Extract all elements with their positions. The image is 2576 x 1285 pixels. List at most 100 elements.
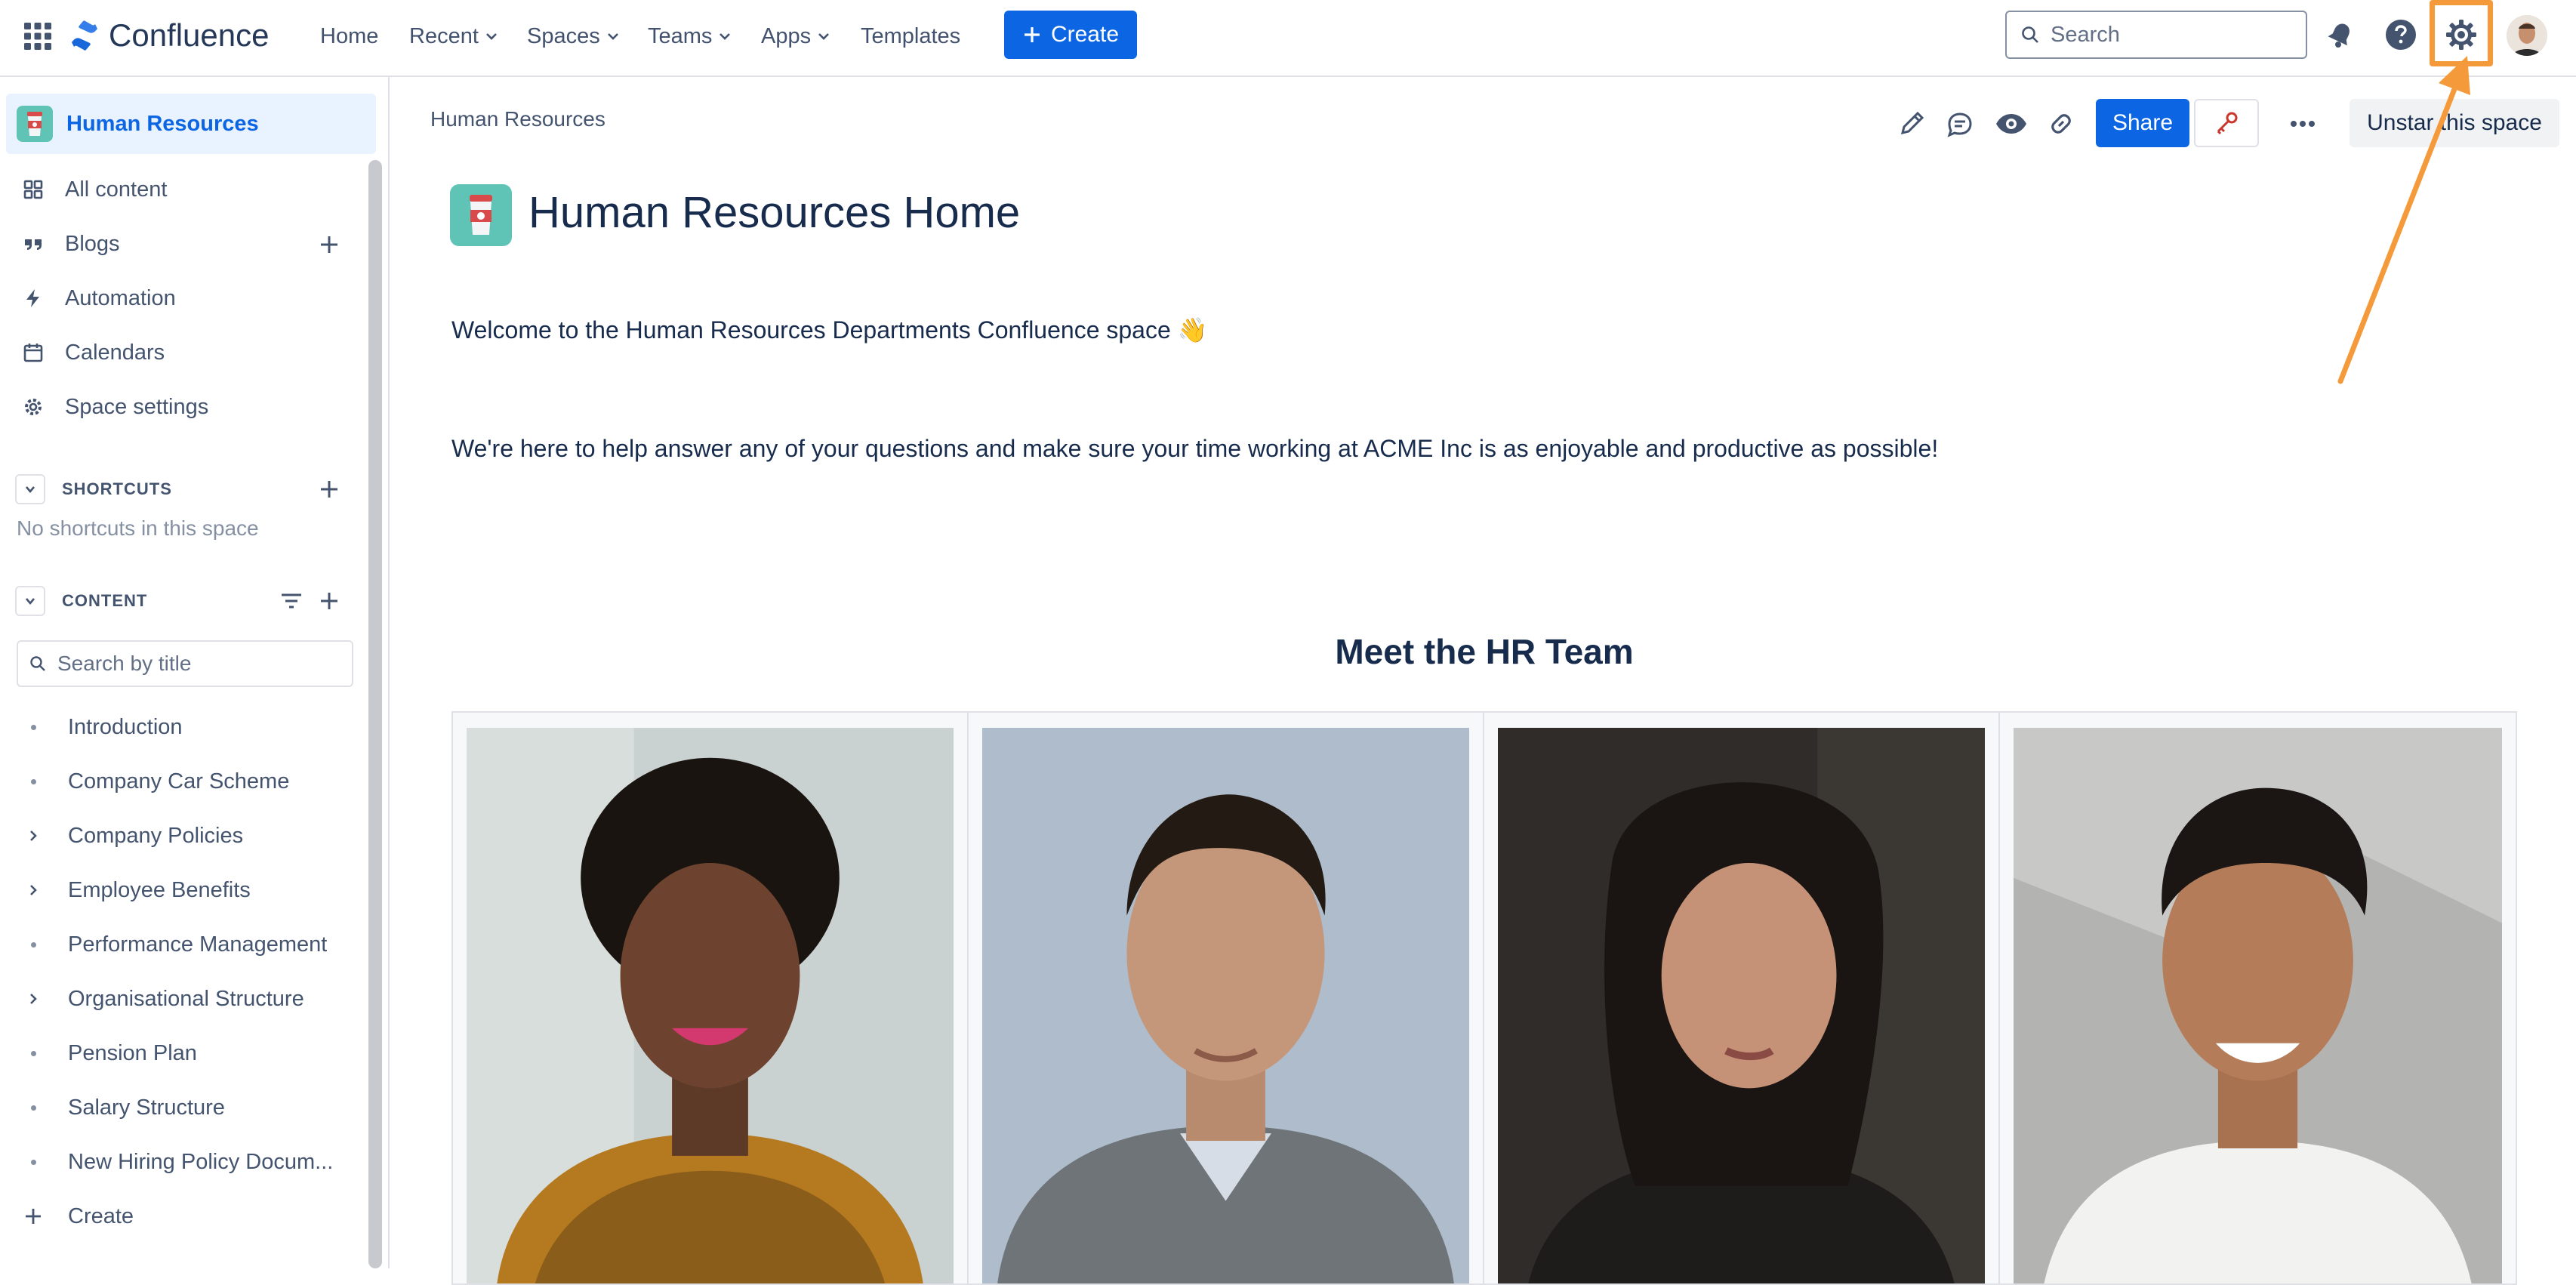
quote-icon [21, 232, 45, 256]
grid-icon [21, 177, 45, 202]
sidebar-item-blogs[interactable]: Blogs [21, 225, 120, 263]
create-button[interactable]: Create [1004, 11, 1137, 59]
sidebar-item-label: All content [65, 177, 168, 202]
search-icon [2020, 25, 2040, 45]
page-title: Human Resources Home [528, 188, 1021, 237]
nav-recent[interactable]: Recent [409, 20, 500, 53]
team-member-photo[interactable] [1498, 728, 1985, 1283]
plus-icon [21, 1204, 45, 1228]
tree-item-introduction[interactable]: Introduction [21, 708, 362, 746]
bolt-icon [21, 286, 45, 310]
bullet-dot [21, 1150, 45, 1174]
watch-eye-icon[interactable] [1992, 104, 2031, 143]
tree-item-label: Company Car Scheme [68, 769, 290, 793]
tree-item-new-hiring-policy[interactable]: New Hiring Policy Docum... [21, 1143, 362, 1181]
tree-item-label: Performance Management [68, 932, 328, 957]
bullet-dot [21, 1041, 45, 1065]
share-button[interactable]: Share [2096, 99, 2189, 147]
shortcuts-title: SHORTCUTS [62, 479, 172, 498]
tree-item-organisational-structure[interactable]: Organisational Structure [21, 980, 362, 1018]
team-photo-cell [1484, 713, 2000, 1283]
tree-item-label: Company Policies [68, 823, 244, 848]
nav-templates-label: Templates [861, 23, 961, 48]
brand-name: Confluence [109, 17, 270, 53]
nav-apps-label: Apps [761, 23, 812, 48]
help-text: We're here to help answer any of your qu… [451, 435, 1939, 462]
tree-item-employee-benefits[interactable]: Employee Benefits [21, 871, 362, 909]
chevron-down-icon[interactable] [15, 586, 45, 616]
sidebar-item-label: Blogs [65, 231, 120, 256]
plus-icon [1022, 25, 1042, 45]
chevron-right-icon[interactable] [21, 878, 45, 902]
more-actions-icon[interactable] [2283, 104, 2322, 143]
create-button-label: Create [1050, 22, 1120, 47]
tree-item-pension-plan[interactable]: Pension Plan [21, 1034, 362, 1072]
key-icon [2214, 110, 2239, 136]
add-blog-plus-icon[interactable] [316, 231, 343, 258]
nav-spaces[interactable]: Spaces [527, 20, 621, 53]
top-navigation: Confluence Home Recent Spaces Teams Apps… [0, 0, 2576, 77]
tree-item-label: New Hiring Policy Docum... [68, 1149, 334, 1174]
team-photo-cell [969, 713, 1484, 1283]
nav-templates[interactable]: Templates [861, 20, 960, 53]
team-member-photo[interactable] [467, 728, 954, 1283]
sidebar-item-calendars[interactable]: Calendars [21, 334, 165, 371]
nav-home[interactable]: Home [320, 20, 378, 53]
chevron-down-icon [607, 33, 618, 40]
sidebar: Human Resources All content Blogs Automa… [0, 77, 390, 1268]
nav-spaces-label: Spaces [527, 23, 600, 48]
team-photo-table [451, 711, 2517, 1285]
title-search-placeholder: Search by title [57, 652, 192, 675]
tree-item-salary-structure[interactable]: Salary Structure [21, 1089, 362, 1126]
edit-pencil-icon[interactable] [1892, 104, 1931, 143]
sidebar-item-space-settings[interactable]: Space settings [21, 388, 208, 426]
team-member-photo[interactable] [982, 728, 1469, 1283]
title-search-input[interactable]: Search by title [17, 640, 353, 687]
tree-item-label: Pension Plan [68, 1040, 197, 1065]
content-section-header[interactable]: CONTENT [15, 584, 147, 618]
breadcrumb[interactable]: Human Resources [430, 107, 605, 131]
nav-teams-label: Teams [648, 23, 713, 48]
chevron-right-icon[interactable] [21, 987, 45, 1011]
avatar[interactable] [2507, 15, 2547, 56]
filter-icon[interactable] [278, 587, 305, 615]
tree-item-label: Employee Benefits [68, 877, 251, 902]
search-placeholder: Search [2051, 22, 2120, 47]
sidebar-item-label: Space settings [65, 394, 209, 419]
shortcuts-section-header[interactable]: SHORTCUTS [15, 473, 172, 506]
nav-recent-label: Recent [409, 23, 479, 48]
sidebar-item-all-content[interactable]: All content [21, 171, 167, 208]
nav-teams[interactable]: Teams [648, 20, 733, 53]
search-input[interactable]: Search [2005, 11, 2307, 59]
app-switcher-icon[interactable] [23, 21, 53, 51]
bullet-dot [21, 769, 45, 793]
sidebar-scrollbar[interactable] [368, 160, 382, 1268]
tree-item-performance-management[interactable]: Performance Management [21, 926, 362, 963]
sidebar-item-automation[interactable]: Automation [21, 279, 176, 317]
comment-icon[interactable] [1940, 104, 1980, 143]
sidebar-item-label: Automation [65, 285, 176, 310]
gear-icon [21, 395, 45, 419]
calendar-icon [21, 341, 45, 365]
chevron-right-icon[interactable] [21, 824, 45, 848]
bullet-dot [21, 932, 45, 957]
nav-home-label: Home [320, 23, 379, 48]
search-icon [29, 655, 47, 673]
sidebar-item-label: Calendars [65, 340, 165, 365]
team-member-photo[interactable] [2014, 728, 2502, 1283]
space-header[interactable]: Human Resources [6, 94, 376, 154]
tree-item-company-policies[interactable]: Company Policies [21, 817, 362, 855]
confluence-logo[interactable]: Confluence [69, 17, 269, 54]
team-photo-cell [2000, 713, 2516, 1283]
chevron-down-icon[interactable] [15, 474, 45, 504]
restrictions-button[interactable] [2194, 99, 2259, 147]
nav-apps[interactable]: Apps [761, 20, 832, 53]
tree-item-label: Introduction [68, 714, 183, 739]
tree-item-label: Organisational Structure [68, 986, 304, 1011]
add-shortcut-plus-icon[interactable] [316, 476, 343, 503]
add-content-plus-icon[interactable] [316, 587, 343, 615]
tree-item-company-car-scheme[interactable]: Company Car Scheme [21, 763, 362, 800]
no-shortcuts-text: No shortcuts in this space [17, 516, 259, 540]
copy-link-icon[interactable] [2041, 104, 2081, 143]
sidebar-create-button[interactable]: Create [21, 1197, 362, 1235]
